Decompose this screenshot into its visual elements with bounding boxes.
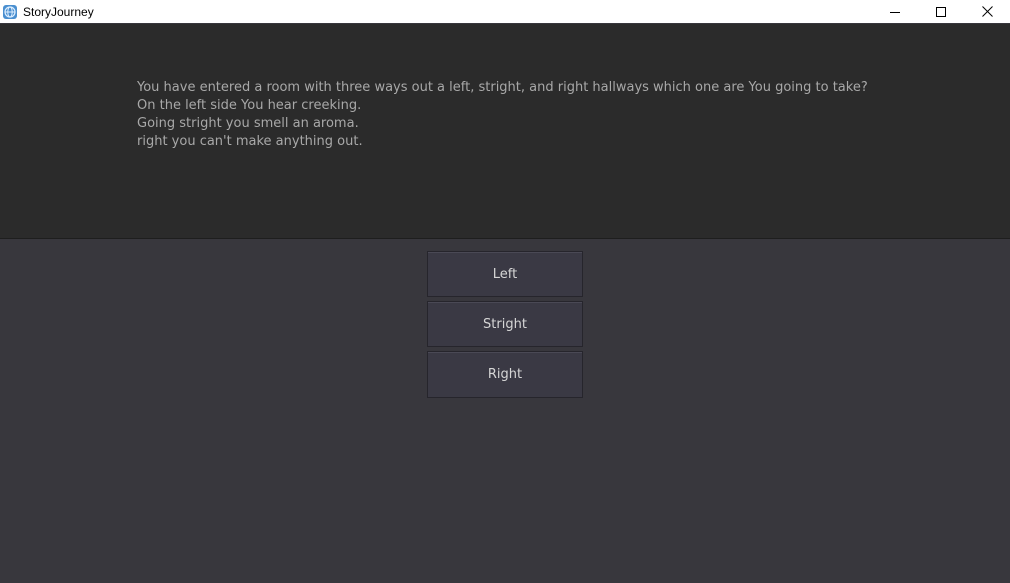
app-window: StoryJourney You have entered a room wit…	[0, 0, 1010, 583]
story-line: On the left side You hear creeking.	[137, 98, 362, 113]
minimize-button[interactable]	[872, 0, 918, 23]
maximize-icon	[936, 2, 946, 21]
app-globe-icon	[2, 4, 18, 20]
close-icon	[981, 2, 993, 21]
stright-button[interactable]: Stright	[427, 301, 583, 347]
story-text: You have entered a room with three ways …	[137, 79, 868, 151]
left-button[interactable]: Left	[427, 251, 583, 297]
story-panel: You have entered a room with three ways …	[0, 24, 1010, 239]
story-line: right you can't make anything out.	[137, 134, 363, 149]
minimize-icon	[890, 2, 900, 21]
close-button[interactable]	[964, 0, 1010, 23]
window-controls	[872, 0, 1010, 23]
title-bar[interactable]: StoryJourney	[0, 0, 1010, 23]
story-line: You have entered a room with three ways …	[137, 80, 868, 95]
right-button[interactable]: Right	[427, 351, 583, 398]
maximize-button[interactable]	[918, 0, 964, 23]
choice-buttons: Left Stright Right	[427, 251, 583, 402]
story-line: Going stright you smell an aroma.	[137, 116, 359, 131]
window-title: StoryJourney	[23, 4, 94, 19]
